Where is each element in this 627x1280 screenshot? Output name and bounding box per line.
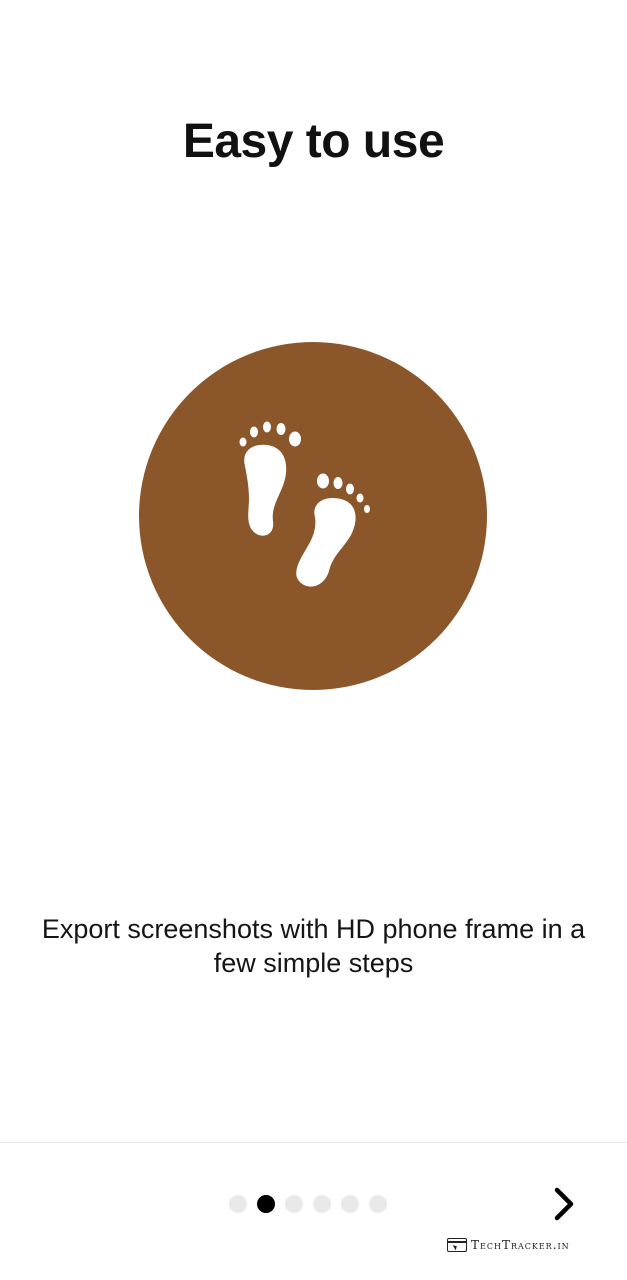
chevron-right-icon xyxy=(554,1187,574,1221)
watermark-text: TechTracker.in xyxy=(471,1238,570,1252)
page-dot-3[interactable] xyxy=(285,1195,303,1213)
browser-cursor-icon xyxy=(447,1238,467,1252)
page-dot-6[interactable] xyxy=(369,1195,387,1213)
watermark: TechTracker.in xyxy=(447,1235,570,1255)
next-button[interactable] xyxy=(540,1180,588,1228)
onboarding-description: Export screenshots with HD phone frame i… xyxy=(41,914,586,978)
page-dot-1[interactable] xyxy=(229,1195,247,1213)
page-dot-4[interactable] xyxy=(313,1195,331,1213)
page-dot-2[interactable] xyxy=(257,1195,275,1213)
footprints-icon xyxy=(239,421,370,587)
page-dot-5[interactable] xyxy=(341,1195,359,1213)
footer-divider xyxy=(0,1142,627,1143)
page-indicator xyxy=(229,1194,387,1214)
page-title: Easy to use xyxy=(182,115,445,168)
hero-circle xyxy=(139,342,487,690)
